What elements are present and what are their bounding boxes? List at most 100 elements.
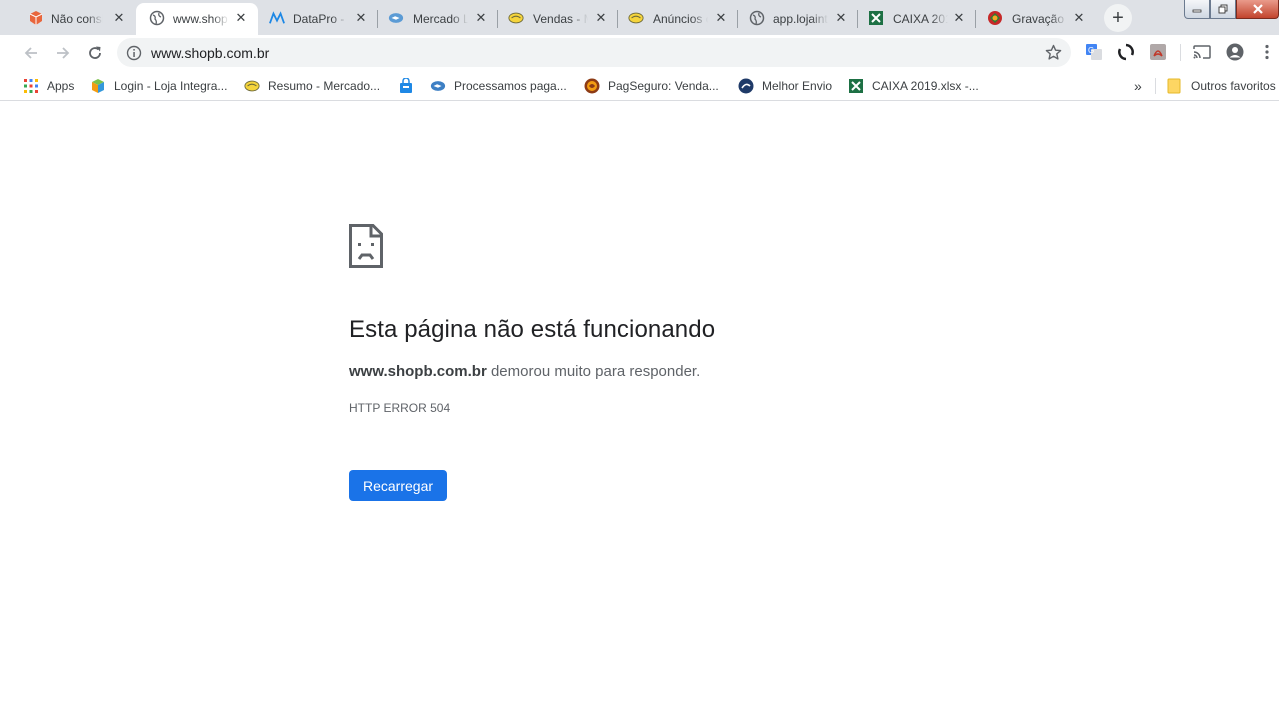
- bookmark-label: Melhor Envio: [762, 79, 833, 93]
- translate-icon[interactable]: G: [1084, 42, 1104, 62]
- tab-title: CAIXA 201: [893, 12, 948, 26]
- bookmark-melhor-envio[interactable]: Melhor Envio: [738, 76, 832, 96]
- bookmark-label: Resumo - Mercado...: [268, 79, 381, 93]
- kebab-menu-icon[interactable]: [1257, 42, 1277, 62]
- window-close-button[interactable]: [1236, 0, 1279, 19]
- close-icon[interactable]: ✕: [593, 10, 609, 26]
- bookmark-processamos[interactable]: Processamos paga...: [430, 76, 567, 96]
- melhorenvio-icon: [738, 78, 754, 94]
- error-title: Esta página não está funcionando: [349, 316, 716, 343]
- star-icon[interactable]: [1045, 44, 1062, 66]
- reload-button[interactable]: [81, 39, 109, 67]
- tab-3[interactable]: Mercado L ✕: [378, 3, 498, 35]
- tab-0[interactable]: Não consi ✕: [8, 3, 136, 35]
- cast-icon[interactable]: [1192, 42, 1212, 62]
- tab-1[interactable]: www.shop ✕: [136, 3, 258, 35]
- close-icon[interactable]: ✕: [111, 10, 127, 26]
- mercadolivre-handshake-icon: [508, 10, 524, 26]
- recording-icon: [987, 10, 1003, 26]
- mercadolivre-handshake-icon: [628, 10, 644, 26]
- error-message: demorou muito para responder.: [486, 363, 701, 380]
- excel-icon: [868, 10, 884, 26]
- tab-2[interactable]: DataPro - ✕: [258, 3, 378, 35]
- bookmark-apps[interactable]: Apps: [23, 76, 74, 96]
- arrow-right-icon: [57, 47, 70, 59]
- bookmark-label: Login - Loja Integra...: [114, 79, 228, 93]
- tab-title: Não consi: [51, 12, 103, 26]
- bag-icon: [398, 78, 414, 94]
- restore-button[interactable]: [1210, 0, 1236, 19]
- restore-icon: [1218, 4, 1228, 14]
- bookmarks-overflow-button[interactable]: »: [1134, 76, 1142, 96]
- bookmark-bag[interactable]: [398, 76, 422, 96]
- tab-5[interactable]: Anúncios c ✕: [618, 3, 738, 35]
- pdf-extension-icon[interactable]: [1148, 42, 1168, 62]
- datapro-m-icon: [269, 10, 285, 26]
- error-code: HTTP ERROR 504: [349, 401, 451, 415]
- url-text[interactable]: www.shopb.com.br: [151, 45, 269, 61]
- pagseguro-icon: [584, 78, 600, 94]
- tab-title: app.lojaint: [773, 12, 828, 26]
- close-icon[interactable]: ✕: [233, 10, 249, 26]
- toolbar-separator: [1180, 44, 1181, 61]
- close-icon[interactable]: ✕: [951, 10, 967, 26]
- plus-icon: +: [1112, 7, 1124, 29]
- tab-4[interactable]: Vendas - M ✕: [498, 3, 618, 35]
- sad-page-icon: [349, 224, 383, 273]
- close-icon[interactable]: ✕: [1071, 10, 1087, 26]
- bookmarks-bar: Apps Login - Loja Integra... Resumo - Me…: [0, 70, 1279, 101]
- cube-icon: [90, 78, 106, 94]
- tab-8[interactable]: Gravação c ✕: [976, 3, 1096, 35]
- tab-title: DataPro -: [293, 12, 345, 26]
- tab-title: www.shop: [173, 12, 228, 26]
- bookmark-resumo-mercado[interactable]: Resumo - Mercado...: [244, 76, 380, 96]
- address-bar[interactable]: www.shopb.com.br: [117, 38, 1071, 67]
- mercadolivre-handshake-icon: [244, 78, 260, 94]
- tab-title: Anúncios c: [653, 12, 708, 26]
- folder-icon: [1166, 78, 1182, 94]
- reload-page-button[interactable]: Recarregar: [349, 470, 447, 501]
- chevron-double-right-icon: »: [1134, 78, 1142, 94]
- tab-strip: Não consi ✕ www.shop ✕ DataPro - ✕ Merca…: [0, 0, 1279, 35]
- mercadolivre-icon: [388, 10, 404, 26]
- close-icon: [1252, 4, 1263, 14]
- svg-text:G: G: [1088, 46, 1094, 55]
- tab-6[interactable]: app.lojaint ✕: [738, 3, 858, 35]
- minimize-button[interactable]: [1184, 0, 1210, 19]
- other-bookmarks-folder[interactable]: Outros favoritos: [1166, 76, 1276, 96]
- bookmarks-separator: [1155, 78, 1156, 94]
- excel-icon: [848, 78, 864, 94]
- bookmark-label: PagSeguro: Venda...: [608, 79, 719, 93]
- arrow-left-icon: [24, 47, 37, 59]
- back-button[interactable]: [17, 39, 45, 67]
- close-icon[interactable]: ✕: [713, 10, 729, 26]
- bookmark-label: Processamos paga...: [454, 79, 567, 93]
- error-description: www.shopb.com.br demorou muito para resp…: [349, 363, 700, 380]
- close-icon[interactable]: ✕: [473, 10, 489, 26]
- mercadolivre-icon: [430, 78, 446, 94]
- tab-7[interactable]: CAIXA 201 ✕: [858, 3, 976, 35]
- close-icon[interactable]: ✕: [353, 10, 369, 26]
- package-icon: [28, 10, 44, 26]
- new-tab-button[interactable]: +: [1104, 4, 1132, 32]
- bookmark-pagseguro[interactable]: PagSeguro: Venda...: [584, 76, 719, 96]
- tab-title: Mercado L: [413, 12, 468, 26]
- profile-avatar-icon[interactable]: [1225, 42, 1245, 62]
- globe-icon: [149, 10, 165, 26]
- page-content: Esta página não está funcionando www.sho…: [0, 102, 1279, 725]
- bookmark-loja-integrada[interactable]: Login - Loja Integra...: [90, 76, 227, 96]
- info-icon[interactable]: [126, 45, 142, 66]
- forward-button[interactable]: [49, 39, 77, 67]
- bookmark-label: Apps: [47, 79, 75, 93]
- bookmark-label: CAIXA 2019.xlsx -...: [872, 79, 979, 93]
- bookmark-caixa-2019[interactable]: CAIXA 2019.xlsx -...: [848, 76, 979, 96]
- error-host: www.shopb.com.br: [349, 363, 487, 380]
- apps-grid-icon: [23, 78, 39, 94]
- sync-extension-icon[interactable]: [1116, 42, 1136, 62]
- close-icon[interactable]: ✕: [833, 10, 849, 26]
- minimize-icon: [1192, 9, 1202, 13]
- globe-icon: [749, 10, 765, 26]
- reload-icon: [89, 46, 101, 59]
- tab-title: Vendas - M: [533, 12, 588, 26]
- tab-title: Gravação c: [1012, 12, 1067, 26]
